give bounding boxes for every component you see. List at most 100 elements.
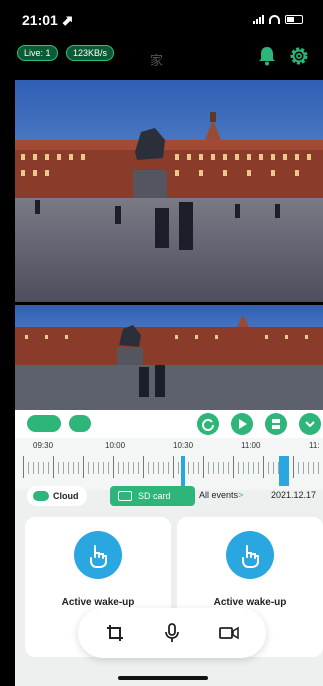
- gear-icon[interactable]: [289, 46, 309, 66]
- timeline-tick: [53, 456, 54, 478]
- timeline-tick: [93, 462, 94, 474]
- tab-cloud[interactable]: Cloud: [27, 486, 87, 506]
- top-bar: 21:01 ⬈ Live: 1 123KB/s 家: [0, 0, 323, 80]
- timeline-tick: [23, 456, 24, 478]
- timeline-tick: [73, 462, 74, 474]
- timeline-tick: [103, 462, 104, 474]
- split-view-icon: [272, 419, 280, 429]
- timeline-tick: [203, 456, 204, 478]
- battery-icon: [285, 14, 303, 24]
- date-selector[interactable]: 2021.12.17: [271, 490, 316, 500]
- split-view-button[interactable]: [265, 413, 287, 435]
- microphone-icon: [165, 623, 179, 642]
- home-indicator[interactable]: [118, 676, 208, 680]
- recording-segment[interactable]: [279, 456, 289, 486]
- timeline-tick: [148, 462, 149, 474]
- battery-toggle-button[interactable]: [27, 415, 61, 432]
- timeline-tick: [108, 462, 109, 474]
- collapse-button[interactable]: [299, 413, 321, 435]
- timeline-tick: [273, 462, 274, 474]
- timeline-scrubber[interactable]: 09:30 10:00 10:30 11:00 11:: [15, 438, 323, 490]
- control-row: [15, 410, 323, 438]
- hand-tap-icon: [226, 531, 274, 579]
- source-tabs: Cloud SD card All events> 2021.12.17: [15, 484, 323, 510]
- crop-icon: [107, 625, 123, 641]
- timeline-tick: [88, 462, 89, 474]
- sd-card-icon: [118, 491, 132, 501]
- event-title: Active wake-up: [61, 597, 135, 608]
- plaza-scene-image-2: [15, 305, 323, 410]
- timeline-tick: [263, 456, 264, 478]
- all-events-filter[interactable]: All events>: [199, 490, 243, 500]
- recording-segment[interactable]: [181, 456, 185, 486]
- camera-name: 家: [150, 53, 164, 68]
- timeline-tick: [198, 462, 199, 474]
- timeline-label: 10:30: [173, 441, 194, 450]
- timeline-tick: [253, 462, 254, 474]
- timeline-tick: [208, 462, 209, 474]
- tab-sd-card[interactable]: SD card: [110, 486, 195, 506]
- video-record-icon: [219, 626, 239, 640]
- timeline-tick: [153, 462, 154, 474]
- timeline-tick: [63, 462, 64, 474]
- timeline-tick: [123, 462, 124, 474]
- chevron-down-icon: [305, 421, 315, 428]
- timeline-tick: [248, 462, 249, 474]
- timeline-tick: [158, 462, 159, 474]
- camera-view-secondary[interactable]: [15, 305, 323, 410]
- timeline-tick: [118, 462, 119, 474]
- timeline-tick: [38, 462, 39, 474]
- microphone-button[interactable]: [159, 620, 185, 646]
- timeline-label: 10:00: [105, 441, 126, 450]
- timeline-tick: [298, 462, 299, 474]
- timeline-tick: [223, 462, 224, 474]
- timeline-tick: [178, 462, 179, 474]
- timeline-tick: [308, 462, 309, 474]
- timeline-tick: [33, 462, 34, 474]
- timeline-tick: [243, 462, 244, 474]
- timeline-label: 11:: [309, 441, 320, 450]
- refresh-button[interactable]: [197, 413, 219, 435]
- timeline-tick: [113, 456, 114, 478]
- timeline-tick: [258, 462, 259, 474]
- timeline-tick: [43, 462, 44, 474]
- timeline-tick: [313, 462, 314, 474]
- timeline-tick: [173, 456, 174, 478]
- timeline-tick: [163, 462, 164, 474]
- timeline-label: 11:00: [241, 441, 261, 450]
- crop-button[interactable]: [102, 620, 128, 646]
- timeline-tick: [48, 462, 49, 474]
- timeline-label: 09:30: [33, 441, 54, 450]
- chevron-right-icon: >: [238, 490, 244, 500]
- timeline-tick: [188, 462, 189, 474]
- camera-view-main[interactable]: [15, 80, 323, 302]
- cloud-icon: [33, 491, 49, 501]
- timeline-tick: [128, 462, 129, 474]
- play-button[interactable]: [231, 413, 253, 435]
- tab-cloud-label: Cloud: [53, 491, 79, 501]
- timeline-tick: [238, 462, 239, 474]
- timeline-tick: [268, 462, 269, 474]
- signal-icon: [253, 14, 264, 24]
- plaza-scene-image: [15, 80, 323, 302]
- timeline-tick: [168, 462, 169, 474]
- bell-icon[interactable]: [258, 46, 276, 66]
- refresh-icon: [202, 419, 214, 431]
- wifi-icon: [269, 14, 280, 24]
- timeline-tick: [193, 462, 194, 474]
- hand-tap-icon: [74, 531, 122, 579]
- timeline-ticks: [15, 456, 323, 478]
- video-record-button[interactable]: [216, 620, 242, 646]
- status-icons: [253, 14, 303, 24]
- timeline-tick: [58, 462, 59, 474]
- wifi-toggle-button[interactable]: [69, 415, 91, 432]
- timeline-tick: [143, 456, 144, 478]
- date-label: 2021.12.17: [271, 490, 317, 500]
- timeline-tick: [318, 462, 319, 474]
- play-icon: [239, 419, 247, 429]
- live-badge: Live: 1: [17, 45, 58, 61]
- timeline-tick: [218, 462, 219, 474]
- status-time: 21:01 ⬈: [22, 12, 74, 28]
- timeline-tick: [293, 456, 294, 478]
- timeline-tick: [98, 462, 99, 474]
